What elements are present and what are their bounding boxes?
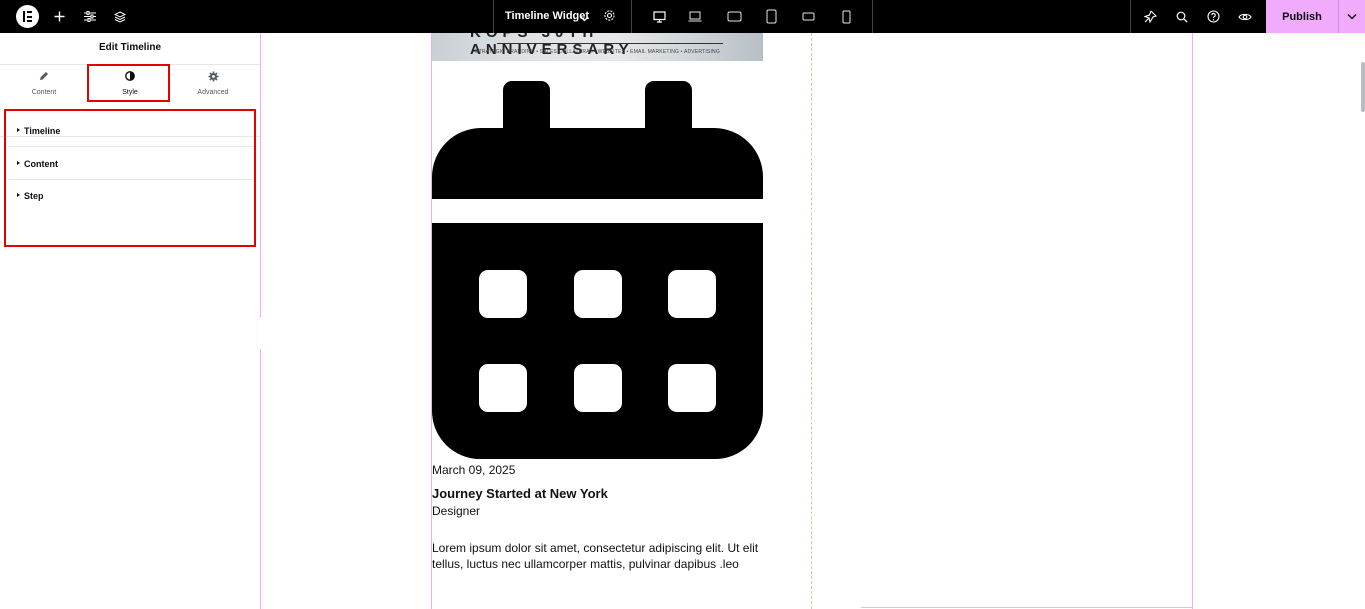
mobile-portrait-icon[interactable] — [833, 0, 859, 33]
timeline-subtitle: Designer — [432, 504, 481, 518]
chevron-down-icon[interactable] — [580, 10, 589, 28]
section-content[interactable]: Content — [8, 148, 254, 180]
timeline-date: March 09, 2025 — [432, 463, 516, 477]
section-bottom-border — [861, 607, 1192, 608]
section-step[interactable]: Step — [8, 180, 254, 212]
tab-content-label: Content — [31, 89, 57, 96]
divider — [1130, 0, 1131, 33]
publish-button[interactable]: Publish — [1266, 0, 1338, 33]
pencil-icon — [1, 71, 87, 81]
top-bar: Timeline Widget Publish — [0, 0, 1365, 33]
tablet-portrait-icon[interactable] — [758, 0, 784, 33]
tab-advanced-label: Advanced — [197, 89, 229, 96]
style-tab-highlight — [87, 64, 170, 102]
preview-eye-icon[interactable] — [1232, 0, 1258, 33]
banner-rule — [497, 43, 723, 44]
canvas-scrollbar[interactable] — [1361, 62, 1365, 112]
editor-panel: Edit Timeline Content Style Advanced Tim… — [0, 33, 261, 609]
mobile-landscape-icon[interactable] — [795, 0, 821, 33]
page-settings-gear-icon[interactable] — [603, 9, 616, 27]
anniversary-banner-image: KOPS 30TH ANNIVERSARY STRATEGIC BRANDING… — [432, 33, 763, 61]
desktop-icon[interactable] — [646, 0, 672, 33]
gear-icon — [170, 71, 256, 82]
document-title[interactable]: Timeline Widget — [505, 0, 589, 33]
settings-sliders-icon[interactable] — [77, 0, 103, 33]
calendar-icon — [432, 81, 763, 460]
column-divider — [811, 33, 812, 609]
section-timeline[interactable]: Timeline — [8, 115, 254, 147]
tablet-landscape-icon[interactable] — [721, 0, 747, 33]
publish-options-chevron-icon[interactable] — [1338, 0, 1365, 33]
timeline-description: Lorem ipsum dolor sit amet, consectetur … — [432, 541, 759, 571]
preview-canvas — [261, 33, 1365, 609]
panel-title: Edit Timeline — [0, 33, 260, 65]
divider — [631, 0, 632, 33]
layers-icon[interactable] — [107, 0, 133, 33]
laptop-icon[interactable] — [682, 0, 708, 33]
banner-tagline: STRATEGIC BRANDING • SALES COLLATERAL • … — [475, 49, 720, 55]
notes-icon[interactable] — [1137, 0, 1163, 33]
add-icon[interactable] — [46, 0, 72, 33]
style-sections: Timeline Content Step — [4, 109, 256, 247]
elementor-logo-icon[interactable] — [16, 5, 39, 28]
help-icon[interactable] — [1200, 0, 1226, 33]
timeline-title: Journey Started at New York — [432, 486, 608, 501]
column-guide — [1192, 33, 1193, 609]
search-icon[interactable] — [1169, 0, 1195, 33]
